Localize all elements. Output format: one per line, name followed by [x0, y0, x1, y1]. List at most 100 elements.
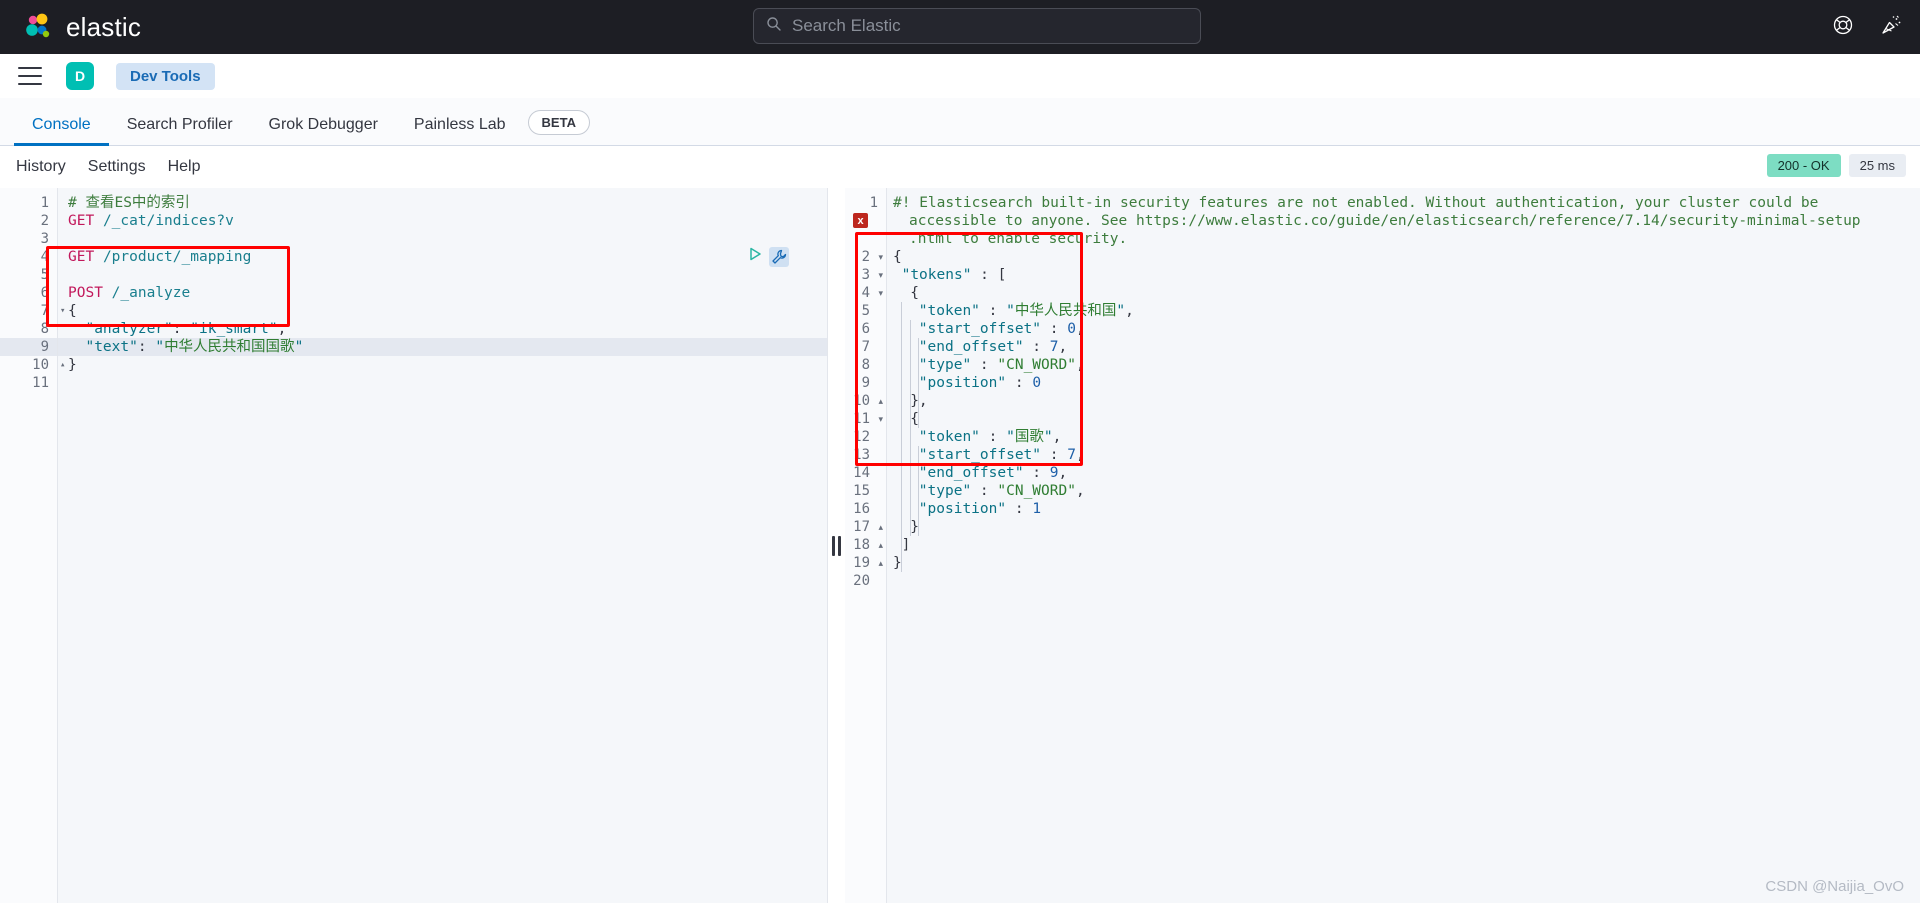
fold-toggle-icon[interactable]: ▴: [878, 392, 883, 410]
breadcrumb-dev-tools[interactable]: Dev Tools: [116, 62, 215, 90]
token-punct: {: [68, 303, 77, 319]
token-key: "tokens": [901, 267, 972, 283]
token-string: "ik_smart": [190, 321, 278, 337]
token-num: 0: [1032, 375, 1042, 391]
code-line[interactable]: {: [68, 302, 77, 320]
fold-toggle-icon[interactable]: ▾: [878, 284, 883, 302]
fold-toggle-icon[interactable]: ▴: [878, 518, 883, 536]
code-line[interactable]: "tokens" : [: [902, 266, 1007, 284]
request-editor[interactable]: 1 2 3 4 5 6 7 8 9 10 11 # 查看ES中的索引 GET /_cat/indice…: [0, 188, 828, 903]
code-line[interactable]: "analyzer": "ik_smart",: [68, 320, 286, 338]
history-button[interactable]: History: [16, 158, 66, 176]
token-num: 7: [1067, 447, 1076, 463]
token-method: GET: [68, 213, 95, 229]
code-line[interactable]: ]: [902, 536, 911, 554]
fold-toggle-icon[interactable]: ▾: [878, 266, 883, 284]
line-number: 2: [861, 249, 870, 265]
search-input[interactable]: Search Elastic: [792, 16, 901, 36]
pane-splitter[interactable]: [828, 188, 845, 903]
warning-line: accessible to anyone. See https://www.el…: [909, 213, 1861, 229]
beta-badge: BETA: [527, 110, 590, 135]
line-number: 10: [853, 393, 870, 409]
token-key: "token": [918, 429, 980, 445]
party-popper-icon[interactable]: [1880, 14, 1902, 41]
token-url: /_analyze: [111, 285, 191, 301]
elastic-logo-icon: [24, 12, 54, 42]
code-line[interactable]: "text": "中华人民共和国国歌": [68, 338, 303, 356]
request-code[interactable]: # 查看ES中的索引 GET /_cat/indices?v GET /produc…: [58, 188, 827, 903]
code-line[interactable]: }: [68, 356, 77, 374]
token-key: "text": [85, 339, 138, 355]
line-number: 17: [853, 519, 870, 535]
token-url: /product/_mapping: [102, 249, 252, 265]
token-key: "start_offset": [918, 321, 1042, 337]
fold-toggle-icon[interactable]: ▴: [60, 356, 65, 374]
code-line[interactable]: "end_offset" : 7,: [919, 338, 1067, 356]
code-line[interactable]: "start_offset" : 0,: [919, 320, 1085, 338]
tab-bar: Console Search Profiler Grok Debugger Pa…: [0, 98, 1920, 146]
token-comment: # 查看ES中的索引: [68, 195, 190, 211]
watermark: CSDN @Naijia_OvO: [1765, 878, 1904, 895]
code-line[interactable]: GET /product/_mapping: [68, 248, 251, 266]
code-line[interactable]: {: [893, 248, 902, 266]
code-line[interactable]: "position" : 1: [919, 500, 1041, 518]
settings-button[interactable]: Settings: [88, 158, 146, 176]
token-string: ": [155, 339, 165, 355]
indent-guide: [918, 338, 919, 428]
token-key: "end_offset": [918, 465, 1024, 481]
line-number: 18: [853, 537, 870, 553]
tab-search-profiler[interactable]: Search Profiler: [109, 117, 251, 145]
token-method: GET: [68, 249, 95, 265]
line-number: 5: [40, 267, 49, 283]
fold-toggle-icon[interactable]: ▾: [878, 410, 883, 428]
help-lifebuoy-icon[interactable]: [1832, 14, 1854, 41]
console-panes: 1 2 3 4 5 6 7 8 9 10 11 # 查看ES中的索引 GET /_cat/indice…: [0, 188, 1920, 903]
brand-name: elastic: [66, 11, 142, 42]
code-line[interactable]: "end_offset" : 9,: [919, 464, 1067, 482]
code-line[interactable]: "position" : 0: [919, 374, 1041, 392]
code-line[interactable]: "token" : "国歌",: [919, 428, 1062, 446]
line-number: 5: [861, 303, 870, 319]
token-punct: :: [137, 339, 156, 355]
token-key: "type": [918, 357, 972, 373]
indent-guide: [910, 320, 911, 536]
line-number: 12: [853, 429, 870, 445]
code-line[interactable]: "type" : "CN_WORD",: [919, 482, 1085, 500]
fold-toggle-icon[interactable]: ▴: [878, 554, 883, 572]
hamburger-menu-icon[interactable]: [18, 67, 42, 85]
help-button[interactable]: Help: [168, 158, 201, 176]
line-number: 11: [853, 411, 870, 427]
code-line[interactable]: POST /_analyze: [68, 284, 190, 302]
error-marker-icon[interactable]: x: [853, 213, 868, 228]
response-editor[interactable]: 1 x 2 ▾ 3 ▾ 4 ▾ 5 6 7 8 9 10 ▴ 11 ▾ 12 13 14 15 16 17 ▴ 18 ▴ 19 ▴ 20…: [845, 188, 1920, 903]
wrench-tools-icon[interactable]: [769, 246, 789, 267]
global-search[interactable]: Search Elastic: [753, 8, 1201, 44]
code-line[interactable]: {: [910, 284, 919, 302]
play-run-icon[interactable]: [747, 246, 763, 267]
line-number: 1: [40, 195, 49, 211]
status-badge: 200 - OK: [1766, 154, 1841, 177]
request-gutter: 1 2 3 4 5 6 7 8 9 10 11: [0, 188, 58, 903]
code-line[interactable]: "token" : "中华人民共和国",: [919, 302, 1134, 320]
fold-toggle-icon[interactable]: ▴: [878, 536, 883, 554]
tab-painless-lab[interactable]: Painless Lab: [396, 117, 524, 145]
token-key: "position": [918, 501, 1007, 517]
token-punct: :: [1041, 447, 1068, 463]
code-line[interactable]: # 查看ES中的索引: [68, 194, 190, 212]
code-line[interactable]: GET /_cat/indices?v: [68, 212, 234, 230]
brand[interactable]: elastic: [24, 12, 141, 43]
tab-grok-debugger[interactable]: Grok Debugger: [251, 117, 396, 145]
token-punct: : [: [971, 267, 1007, 283]
fold-toggle-icon[interactable]: ▾: [60, 302, 65, 320]
fold-toggle-icon[interactable]: ▾: [878, 248, 883, 266]
code-line[interactable]: "start_offset" : 7,: [919, 446, 1085, 464]
warning-line: #! Elasticsearch built-in security featu…: [893, 195, 1819, 211]
tab-console[interactable]: Console: [14, 117, 109, 146]
response-code[interactable]: #! Elasticsearch built-in security featu…: [887, 188, 1920, 903]
space-avatar[interactable]: D: [66, 62, 94, 90]
token-punct: ,: [1075, 483, 1085, 499]
code-line[interactable]: "type" : "CN_WORD",: [919, 356, 1085, 374]
line-number: 4: [861, 285, 870, 301]
